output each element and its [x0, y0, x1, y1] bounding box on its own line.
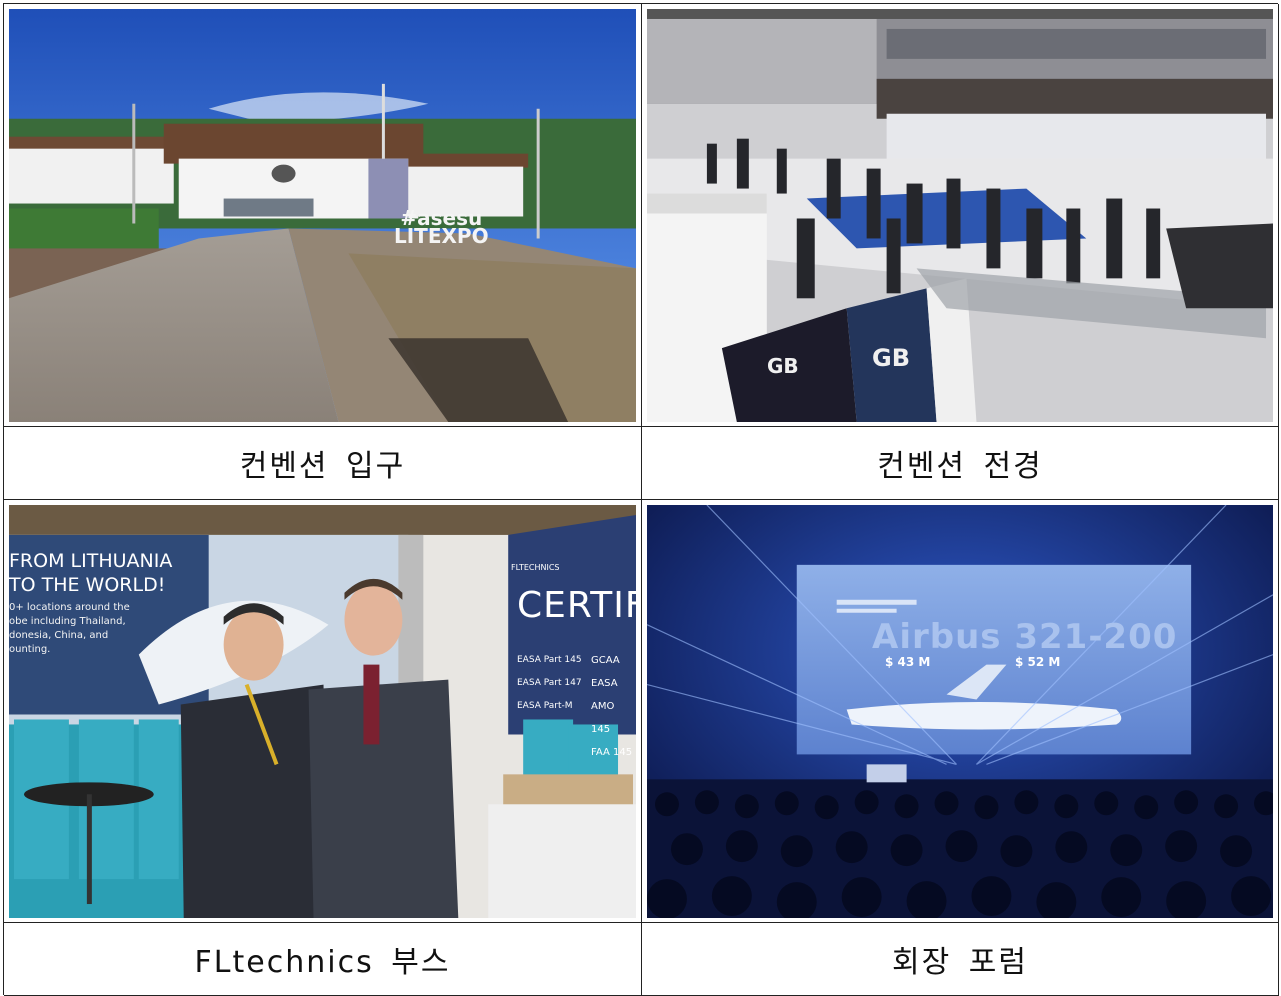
fltechnics-booth-photo: FROM LITHUANIA TO THE WORLD! 0+ location… [9, 505, 636, 918]
aircraft-title: Airbus 321-200 [872, 617, 1178, 657]
booth-logo-left: GB [767, 354, 799, 378]
certifications-list-right: GCAA EASA AMO 145 FAA 145 [591, 655, 633, 758]
litexpo-sign: #asesu LITEXPO [394, 206, 489, 248]
price-value-2: $ 52 M [1015, 655, 1061, 669]
booth-banner-details: 0+ locations around the obe including Th… [9, 602, 130, 655]
caption-cell-3: FLtechnics 부스 [4, 923, 642, 996]
photo-cell-3: FROM LITHUANIA TO THE WORLD! 0+ location… [4, 500, 642, 923]
booth-logo-right: GB [872, 344, 910, 372]
caption-main-hall-forum: 회장 포럼 [892, 945, 1028, 980]
photo-table: #asesu LITEXPO GB GB 컨벤션 입구 컨벤션 전경 FROM … [3, 3, 1279, 996]
fltechnics-logo: FLTECHNICS [511, 563, 560, 572]
certifications-list-left: EASA Part 145 EASA Part 147 EASA Part-M [517, 655, 582, 711]
caption-cell-2: 컨벤션 전경 [642, 427, 1279, 500]
photo-cell-4: Airbus 321-200 $ 43 M $ 52 M [642, 500, 1279, 923]
photo-cell-2: GB GB [642, 4, 1279, 427]
caption-cell-1: 컨벤션 입구 [4, 427, 642, 500]
booth-banner-headline: FROM LITHUANIA TO THE WORLD! [9, 550, 173, 596]
caption-fltechnics-booth: FLtechnics 부스 [194, 945, 451, 980]
caption-convention-entrance: 컨벤션 입구 [239, 449, 406, 484]
convention-entrance-photo: #asesu LITEXPO [9, 9, 636, 422]
caption-cell-4: 회장 포럼 [642, 923, 1279, 996]
caption-convention-overview: 컨벤션 전경 [877, 449, 1043, 484]
convention-overview-photo: GB GB [647, 9, 1273, 422]
photo-cell-1: #asesu LITEXPO [4, 4, 642, 427]
certifications-heading: CERTIFI [517, 585, 636, 626]
price-value-1: $ 43 M [885, 655, 931, 669]
main-hall-forum-photo: Airbus 321-200 $ 43 M $ 52 M [647, 505, 1273, 918]
